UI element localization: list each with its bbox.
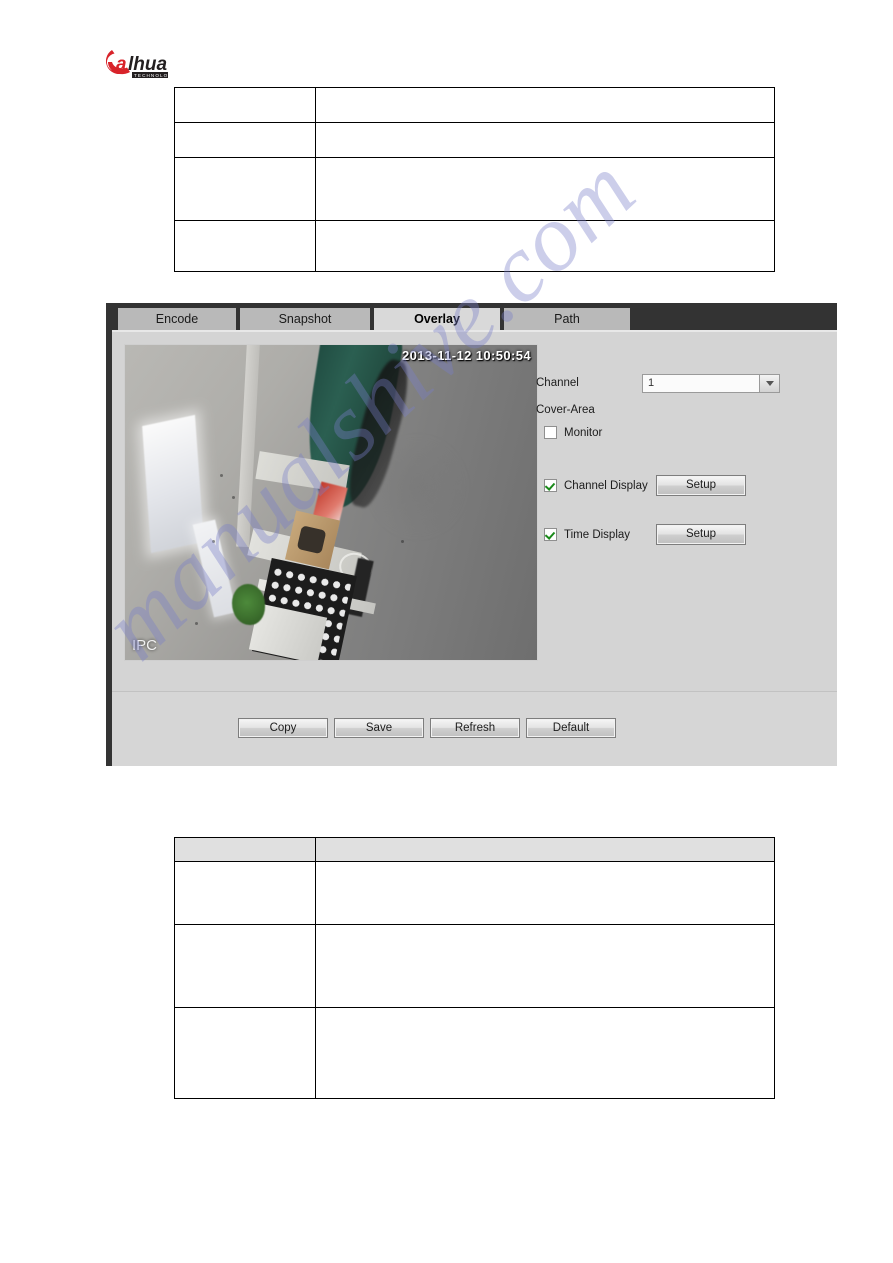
save-button[interactable]: Save xyxy=(334,718,424,738)
time-display-checkbox[interactable] xyxy=(544,528,557,541)
table-cell-label xyxy=(174,122,316,158)
tab-path[interactable]: Path xyxy=(504,308,630,330)
table-cell-value xyxy=(315,122,775,158)
copy-button[interactable]: Copy xyxy=(238,718,328,738)
channel-display-label: Channel Display xyxy=(564,480,648,492)
video-scene xyxy=(125,345,537,660)
table-cell-value xyxy=(315,1007,775,1099)
dahua-logo: a lhua TECHNOLOGY xyxy=(106,46,202,80)
scene-box-inner xyxy=(296,525,326,555)
table-row xyxy=(174,924,775,1008)
top-table-body xyxy=(174,87,775,272)
table-cell-label xyxy=(174,220,316,272)
table-row xyxy=(174,861,775,925)
tab-bar: Encode Snapshot Overlay Path xyxy=(106,303,837,330)
svg-text:lhua: lhua xyxy=(128,54,167,75)
time-display-setup-button[interactable]: Setup xyxy=(656,524,746,545)
scene-speck xyxy=(219,474,223,478)
table-cell-value xyxy=(315,157,775,221)
channel-label: Channel xyxy=(536,377,579,389)
monitor-label: Monitor xyxy=(564,427,603,439)
overlay-config-window: Encode Snapshot Overlay Path 2013-11-12 … xyxy=(106,303,837,766)
video-channel-title-overlay: IPC xyxy=(132,637,158,654)
table-cell-label xyxy=(174,1007,316,1099)
table-cell-value xyxy=(315,87,775,123)
chevron-down-icon[interactable] xyxy=(759,375,779,392)
table-cell-label xyxy=(174,861,316,925)
table-cell-label xyxy=(174,157,316,221)
default-button[interactable]: Default xyxy=(526,718,616,738)
table-row xyxy=(174,122,775,158)
table-cell-label xyxy=(174,924,316,1008)
bottom-spec-table xyxy=(174,837,775,1099)
table-cell-value xyxy=(315,220,775,272)
monitor-checkbox[interactable] xyxy=(544,426,557,439)
tab-encode[interactable]: Encode xyxy=(118,308,236,330)
table-header-cell-desc xyxy=(315,837,775,862)
refresh-button[interactable]: Refresh xyxy=(430,718,520,738)
video-timestamp-overlay: 2013-11-12 10:50:54 xyxy=(401,348,531,363)
channel-display-checkbox[interactable] xyxy=(544,479,557,492)
table-row xyxy=(174,157,775,221)
table-header-row xyxy=(174,837,775,862)
bottom-table-body xyxy=(174,837,775,1099)
channel-display-setup-button[interactable]: Setup xyxy=(656,475,746,496)
window-body: 2013-11-12 10:50:54 IPC Channel 1 Cover-… xyxy=(112,330,837,766)
table-cell-value xyxy=(315,861,775,925)
scene-speck xyxy=(211,540,215,544)
top-spec-table xyxy=(174,87,775,272)
overlay-settings-panel: Channel 1 Cover-Area Monitor Channel Dis… xyxy=(536,332,836,693)
table-header-cell-param xyxy=(174,837,316,862)
table-row xyxy=(174,1007,775,1099)
table-row xyxy=(174,87,775,123)
tab-overlay[interactable]: Overlay xyxy=(374,308,500,330)
channel-select[interactable]: 1 xyxy=(642,374,780,393)
video-preview[interactable]: 2013-11-12 10:50:54 IPC xyxy=(124,344,538,661)
dahua-logo-icon: a lhua TECHNOLOGY xyxy=(106,50,177,78)
scene-plant xyxy=(232,584,266,626)
cover-area-label: Cover-Area xyxy=(536,404,595,416)
table-row xyxy=(174,220,775,272)
channel-select-value: 1 xyxy=(648,377,655,389)
svg-text:a: a xyxy=(116,54,127,75)
table-cell-label xyxy=(174,87,316,123)
table-cell-value xyxy=(315,924,775,1008)
time-display-label: Time Display xyxy=(564,529,631,541)
action-button-bar: Copy Save Refresh Default xyxy=(112,691,837,766)
tab-snapshot[interactable]: Snapshot xyxy=(240,308,370,330)
svg-text:TECHNOLOGY: TECHNOLOGY xyxy=(134,73,177,78)
overlay-content-area: 2013-11-12 10:50:54 IPC Channel 1 Cover-… xyxy=(112,330,837,691)
